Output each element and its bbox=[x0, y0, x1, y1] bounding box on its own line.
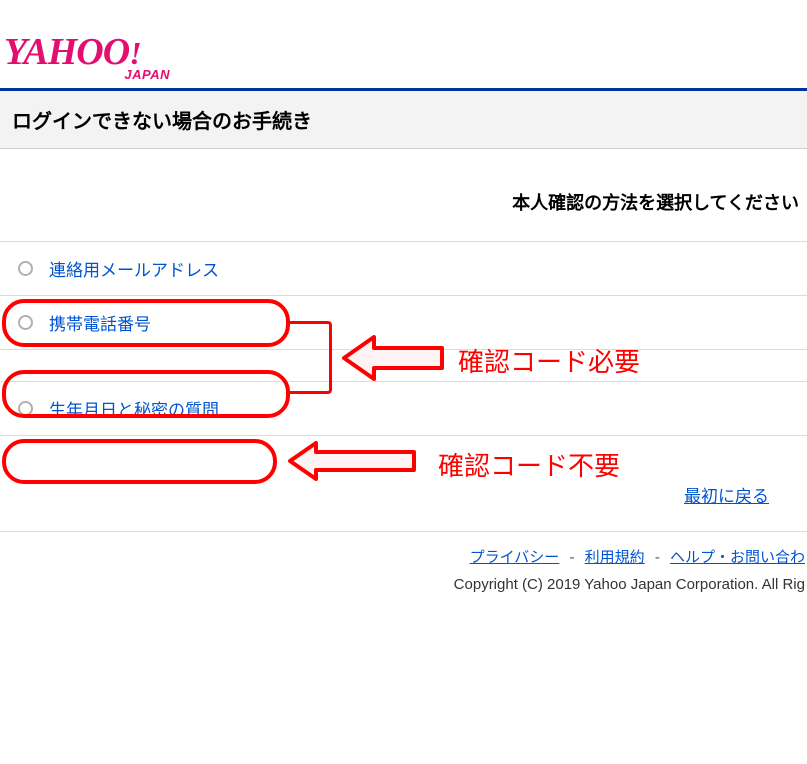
logo-bang: ! bbox=[129, 35, 140, 71]
logo-area: YAHOO! JAPAN bbox=[0, 0, 807, 88]
yahoo-japan-logo[interactable]: YAHOO! JAPAN bbox=[4, 30, 184, 80]
footer-sep: - bbox=[563, 549, 580, 566]
footer-sep: - bbox=[649, 549, 666, 566]
annotation-code-not-required: 確認コード不要 bbox=[438, 446, 620, 483]
help-link[interactable]: ヘルプ・お問い合わ bbox=[670, 549, 805, 566]
annotation-code-required: 確認コード必要 bbox=[458, 342, 640, 379]
radio-icon bbox=[18, 261, 33, 276]
option-birthdate-secret[interactable]: 生年月日と秘密の質問 bbox=[0, 381, 807, 436]
option-label: 連絡用メールアドレス bbox=[49, 256, 219, 281]
terms-link[interactable]: 利用規約 bbox=[585, 549, 645, 566]
option-label: 生年月日と秘密の質問 bbox=[49, 396, 219, 421]
logo-sub-text: JAPAN bbox=[124, 67, 170, 82]
radio-icon bbox=[18, 401, 33, 416]
arrow-icon bbox=[284, 438, 419, 484]
footer: プライバシー - 利用規約 - ヘルプ・お問い合わ Copyright (C) … bbox=[0, 532, 807, 598]
logo-main-text: YAHOO bbox=[4, 31, 129, 73]
back-link[interactable]: 最初に戻る bbox=[684, 487, 769, 506]
prompt-text: 本人確認の方法を選択してください bbox=[0, 149, 807, 235]
page-title: ログインできない場合のお手続き bbox=[0, 91, 807, 149]
radio-icon bbox=[18, 315, 33, 330]
option-label: 携帯電話番号 bbox=[49, 310, 151, 335]
copyright-text: Copyright (C) 2019 Yahoo Japan Corporati… bbox=[454, 576, 805, 593]
privacy-link[interactable]: プライバシー bbox=[470, 549, 560, 566]
arrow-icon bbox=[336, 331, 448, 385]
annotation-bracket bbox=[290, 321, 332, 394]
option-contact-email[interactable]: 連絡用メールアドレス bbox=[0, 241, 807, 296]
